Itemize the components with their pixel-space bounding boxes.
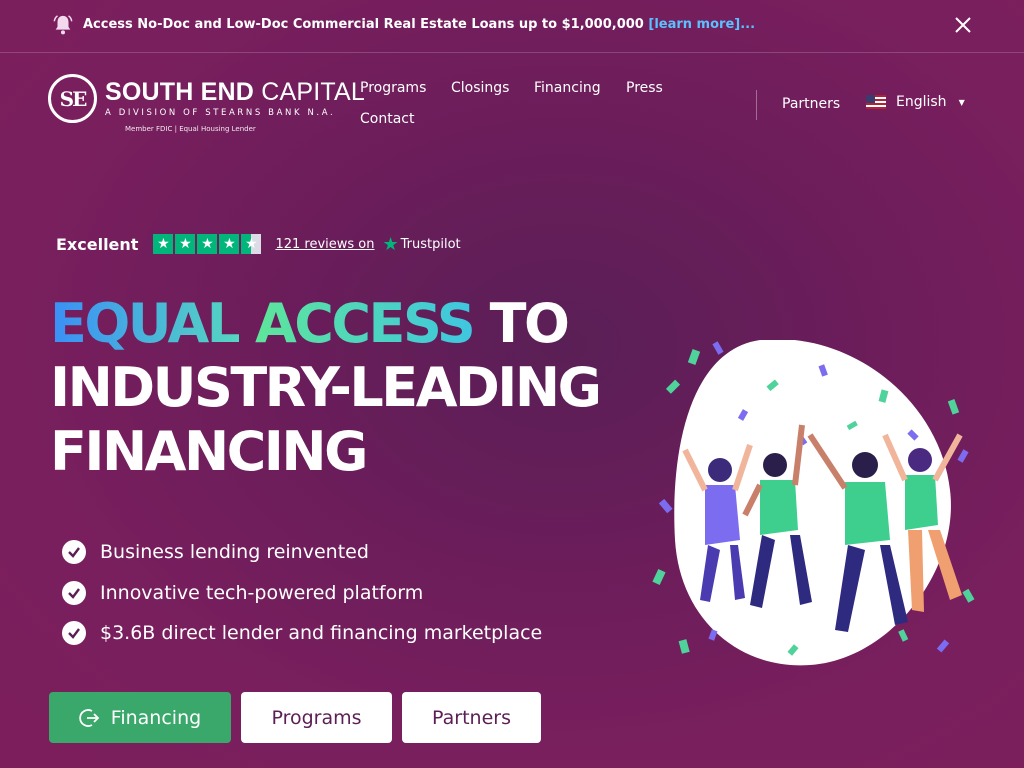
- headline-line-1: EQUAL ACCESS TO: [50, 292, 650, 356]
- headline-rest-1: TO: [489, 292, 570, 355]
- language-label: English: [896, 94, 947, 110]
- check-icon: [62, 540, 86, 565]
- feature-text: Innovative tech-powered platform: [100, 581, 424, 604]
- brand-light: CAPITAL: [261, 78, 365, 106]
- close-icon[interactable]: [954, 16, 972, 34]
- division-text: A DIVISION OF STEARNS BANK N.A.: [105, 108, 336, 118]
- nav-closings[interactable]: Closings: [451, 80, 509, 96]
- trustpilot-reviews-link[interactable]: 121 reviews on: [275, 237, 374, 252]
- star-icon: ★: [175, 234, 196, 254]
- bell-icon: [53, 15, 73, 35]
- nav-contact[interactable]: Contact: [360, 111, 414, 127]
- brand-name: SOUTH END CAPITAL: [105, 78, 365, 106]
- header-partners-link[interactable]: Partners: [782, 96, 840, 112]
- trustpilot-rating-text: Excellent: [56, 234, 139, 254]
- header-divider: [756, 90, 757, 120]
- feature-text: $3.6B direct lender and financing market…: [100, 622, 543, 645]
- trustpilot-widget[interactable]: Excellent ★ ★ ★ ★ ★ 121 reviews on ★ Tru…: [56, 233, 461, 255]
- fdic-text: Member FDIC | Equal Housing Lender: [125, 125, 256, 133]
- announcement-text: Access No-Doc and Low-Doc Commercial Rea…: [83, 17, 755, 32]
- financing-button[interactable]: Financing: [49, 692, 231, 743]
- feature-item: Innovative tech-powered platform: [62, 573, 542, 614]
- star-icon: ★: [197, 234, 218, 254]
- trustpilot-brand: Trustpilot: [400, 236, 461, 252]
- headline-accent-2: ACCESS: [255, 292, 476, 355]
- logo-mark: SE: [48, 74, 97, 123]
- logo[interactable]: SE SOUTH END CAPITAL A DIVISION OF STEAR…: [48, 74, 365, 136]
- headline-line-3: FINANCING: [50, 420, 368, 483]
- nav-financing[interactable]: Financing: [534, 80, 601, 96]
- announcement-bar: Access No-Doc and Low-Doc Commercial Rea…: [0, 0, 1024, 53]
- partners-button[interactable]: Partners: [402, 692, 541, 743]
- brand-bold: SOUTH END: [105, 78, 255, 106]
- hero-headline: EQUAL ACCESS TO INDUSTRY-LEADING FINANCI…: [50, 292, 650, 484]
- feature-list: Business lending reinvented Innovative t…: [62, 532, 542, 654]
- star-icon: ★: [153, 234, 174, 254]
- nav-programs[interactable]: Programs: [360, 80, 426, 96]
- language-selector[interactable]: English ▼: [866, 94, 965, 110]
- star-icon: ★: [219, 234, 240, 254]
- login-arrow-icon: [79, 708, 100, 727]
- headline-line-2: INDUSTRY-LEADING: [50, 356, 602, 419]
- headline-accent-1: EQUAL: [50, 292, 241, 355]
- trustpilot-logo: ★ Trustpilot: [383, 234, 461, 255]
- financing-button-label: Financing: [110, 706, 202, 729]
- trustpilot-star-icon: ★: [382, 233, 399, 255]
- learn-more-link[interactable]: [learn more]...: [648, 17, 755, 32]
- feature-text: Business lending reinvented: [100, 541, 369, 564]
- trustpilot-stars: ★ ★ ★ ★ ★: [153, 234, 263, 254]
- celebration-illustration: [652, 340, 975, 666]
- feature-item: $3.6B direct lender and financing market…: [62, 613, 542, 654]
- check-icon: [62, 580, 86, 605]
- announcement-message: Access No-Doc and Low-Doc Commercial Rea…: [83, 17, 644, 32]
- us-flag-icon: [866, 95, 886, 109]
- nav-press[interactable]: Press: [626, 80, 663, 96]
- check-icon: [62, 621, 86, 646]
- programs-button[interactable]: Programs: [241, 692, 392, 743]
- chevron-down-icon: ▼: [958, 97, 965, 107]
- feature-item: Business lending reinvented: [62, 532, 542, 573]
- half-star-icon: ★: [241, 234, 262, 254]
